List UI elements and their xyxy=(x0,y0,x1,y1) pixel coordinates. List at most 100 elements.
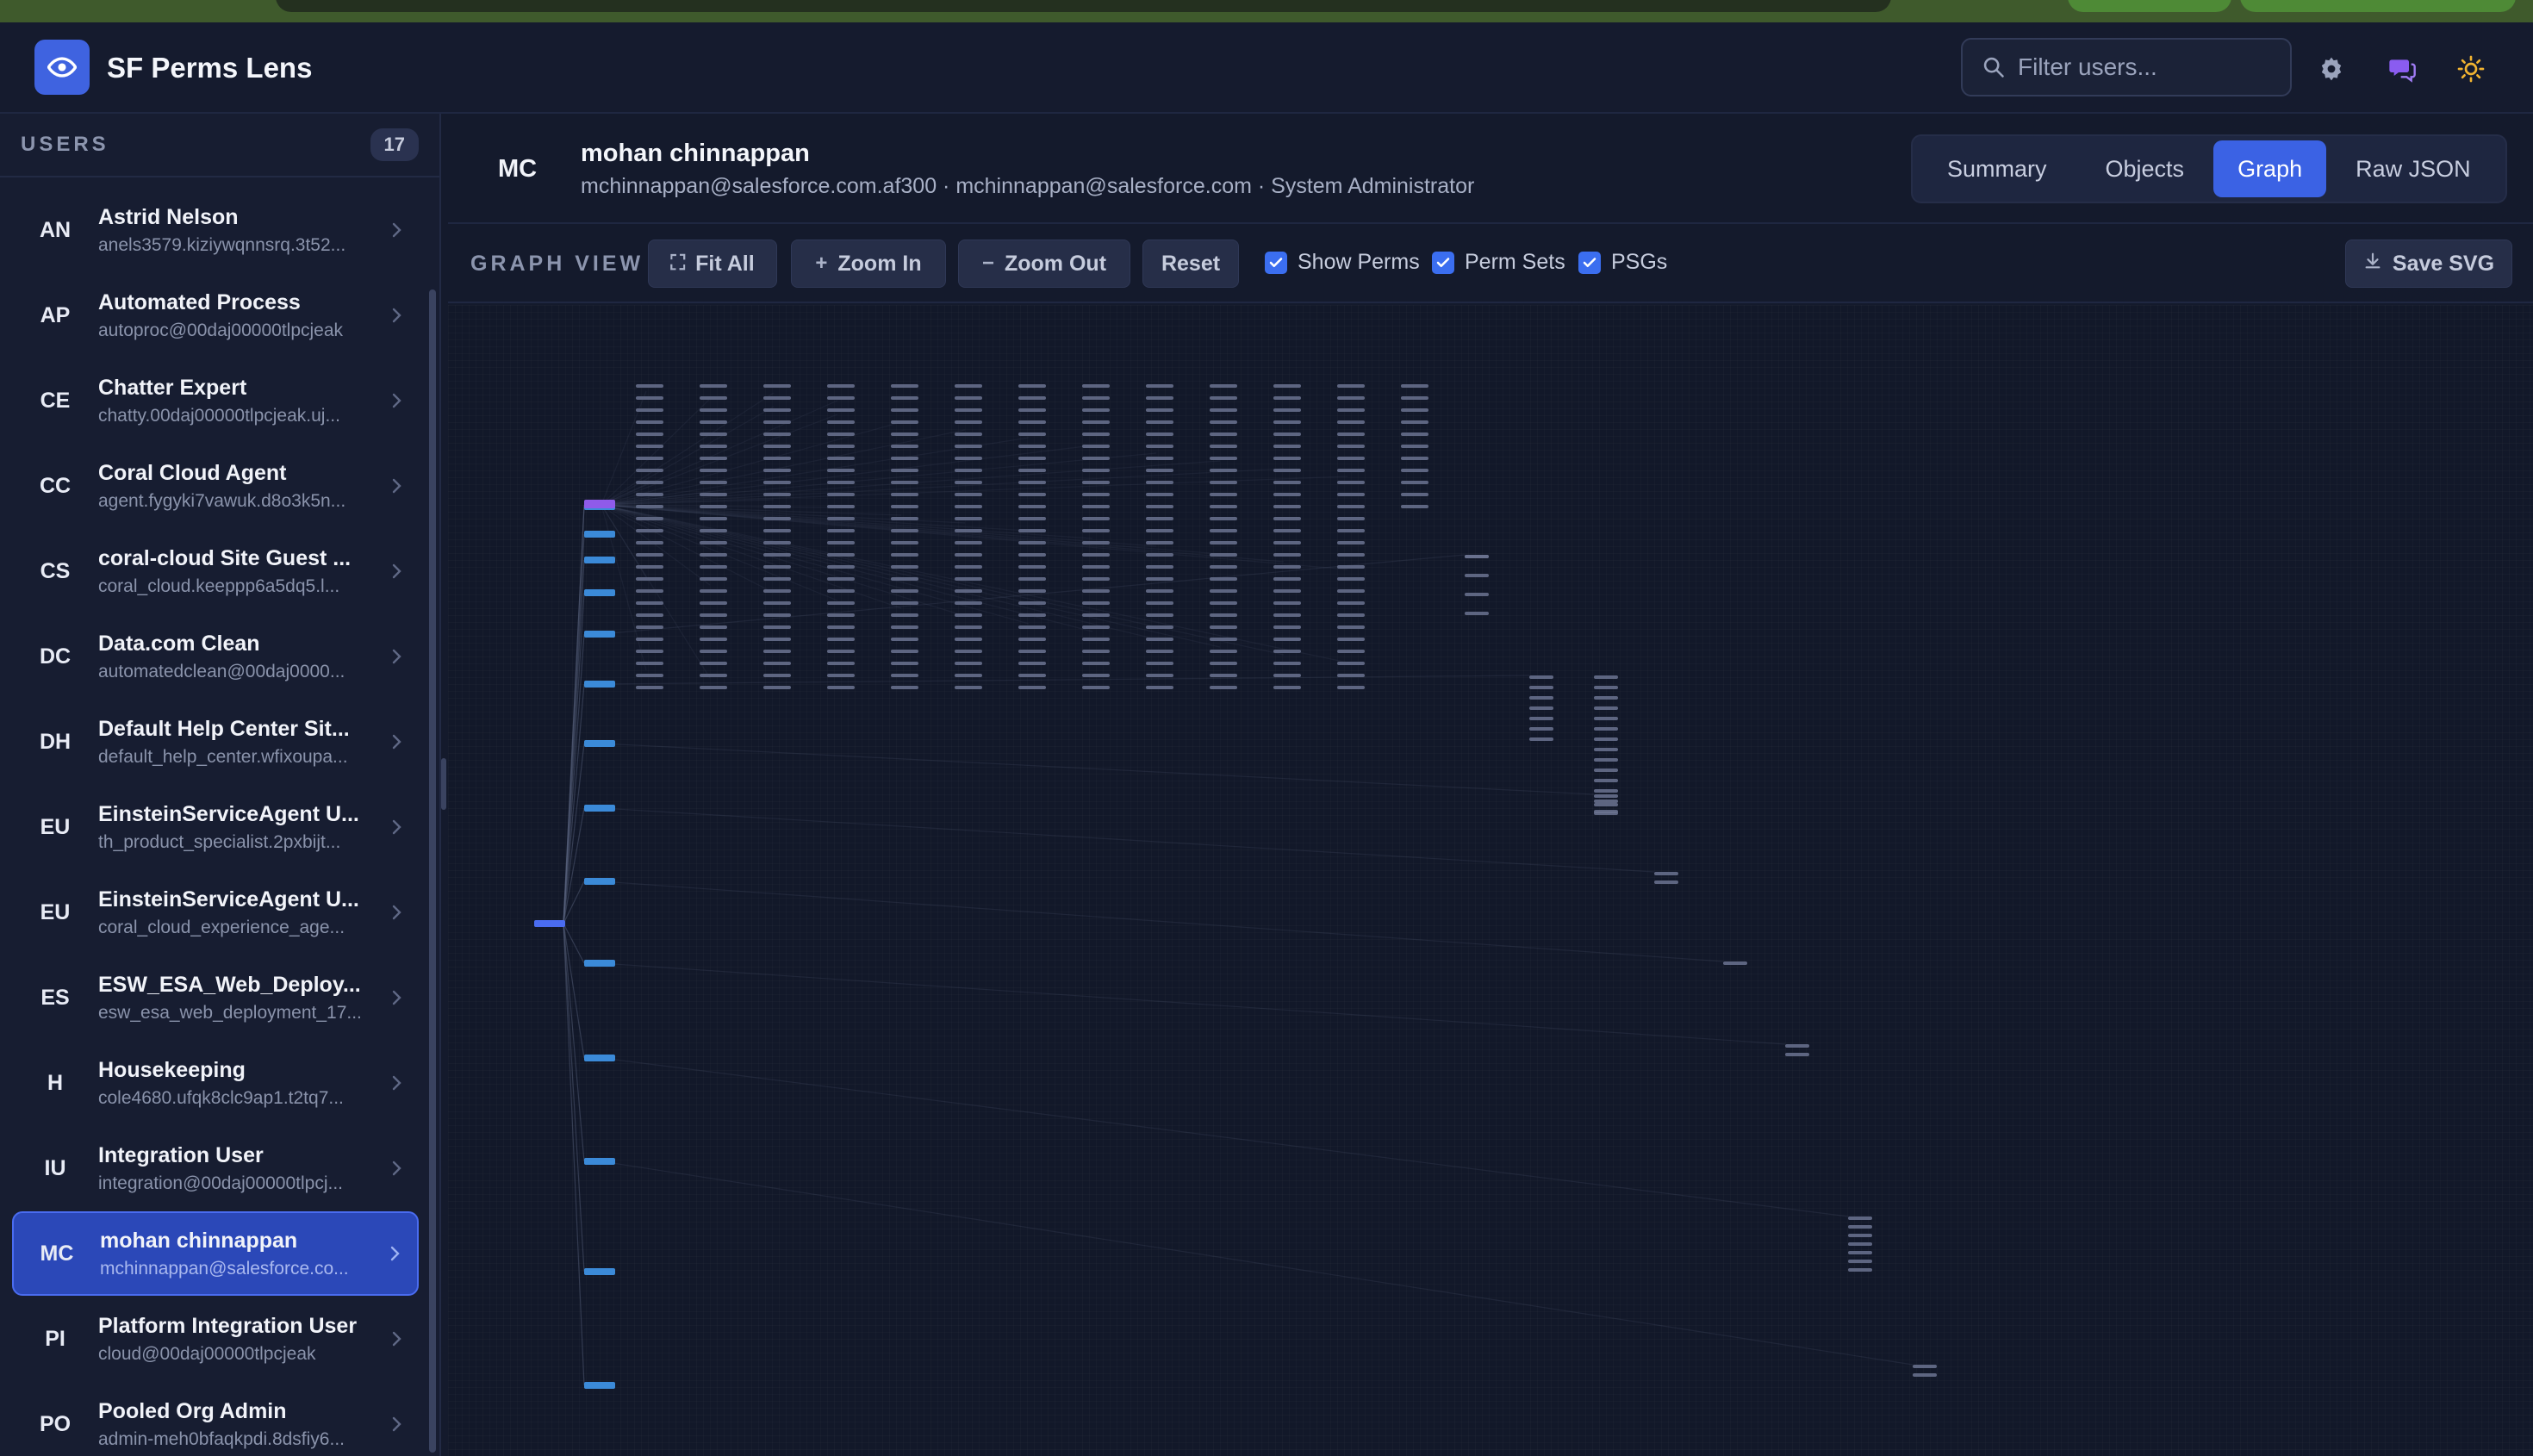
permission-node[interactable] xyxy=(700,384,727,388)
permission-node[interactable] xyxy=(1146,469,1173,472)
permission-set-node[interactable] xyxy=(584,681,615,688)
permission-node[interactable] xyxy=(955,432,982,436)
permission-node[interactable] xyxy=(1018,553,1046,557)
permission-node[interactable] xyxy=(1337,445,1365,448)
permission-node[interactable] xyxy=(1594,810,1618,813)
permission-node[interactable] xyxy=(955,625,982,629)
permission-node[interactable] xyxy=(1273,541,1301,544)
permission-node[interactable] xyxy=(1273,517,1301,520)
permission-node[interactable] xyxy=(1465,593,1489,596)
graph-canvas[interactable] xyxy=(448,305,2533,1456)
user-list-item[interactable]: ES ESW_ESA_Web_Deploy... esw_esa_web_deplo… xyxy=(12,955,419,1040)
profile-node[interactable] xyxy=(584,500,615,508)
permission-node[interactable] xyxy=(955,505,982,508)
user-list-item[interactable]: CC Coral Cloud Agent agent.fygyki7vawuk.d8… xyxy=(12,444,419,528)
tab-objects[interactable]: Objects xyxy=(2076,140,2214,197)
permission-node[interactable] xyxy=(1210,589,1237,593)
permission-node[interactable] xyxy=(1273,674,1301,677)
permission-node[interactable] xyxy=(1337,529,1365,532)
reset-button[interactable]: Reset xyxy=(1142,240,1239,288)
permission-node[interactable] xyxy=(891,396,918,400)
permission-node[interactable] xyxy=(636,638,663,641)
permission-node[interactable] xyxy=(1654,880,1678,884)
permission-node[interactable] xyxy=(1146,662,1173,665)
permission-node[interactable] xyxy=(1273,420,1301,424)
permission-node[interactable] xyxy=(955,384,982,388)
permission-node[interactable] xyxy=(1337,577,1365,581)
permission-node[interactable] xyxy=(1146,529,1173,532)
permission-node[interactable] xyxy=(1082,565,1110,569)
permission-node[interactable] xyxy=(1785,1044,1809,1048)
permission-node[interactable] xyxy=(1337,457,1365,460)
permission-node[interactable] xyxy=(1018,420,1046,424)
permission-node[interactable] xyxy=(891,613,918,617)
permission-node[interactable] xyxy=(1401,408,1428,412)
permission-node[interactable] xyxy=(1018,662,1046,665)
zoom-in-button[interactable]: + Zoom In xyxy=(791,240,946,288)
permission-node[interactable] xyxy=(1210,420,1237,424)
permission-node[interactable] xyxy=(1337,408,1365,412)
permission-node[interactable] xyxy=(1594,768,1618,772)
permission-node[interactable] xyxy=(636,384,663,388)
permission-node[interactable] xyxy=(636,408,663,412)
permission-node[interactable] xyxy=(1273,589,1301,593)
permission-node[interactable] xyxy=(827,625,855,629)
permission-node[interactable] xyxy=(1401,384,1428,388)
permission-node[interactable] xyxy=(763,613,791,617)
permission-set-node[interactable] xyxy=(584,589,615,596)
permission-node[interactable] xyxy=(827,396,855,400)
permission-node[interactable] xyxy=(700,674,727,677)
permission-node[interactable] xyxy=(636,589,663,593)
permission-node[interactable] xyxy=(1210,445,1237,448)
permission-node[interactable] xyxy=(1018,650,1046,653)
permission-node[interactable] xyxy=(1723,961,1747,965)
perm-sets-checkbox[interactable]: Perm Sets xyxy=(1432,250,1565,275)
permission-node[interactable] xyxy=(1210,517,1237,520)
permission-node[interactable] xyxy=(1465,574,1489,577)
permission-node[interactable] xyxy=(1401,505,1428,508)
permission-node[interactable] xyxy=(1594,727,1618,731)
permission-node[interactable] xyxy=(1337,432,1365,436)
permission-node[interactable] xyxy=(891,686,918,689)
permission-node[interactable] xyxy=(636,601,663,605)
permission-node[interactable] xyxy=(1594,758,1618,762)
permission-node[interactable] xyxy=(763,662,791,665)
permission-node[interactable] xyxy=(1337,625,1365,629)
permission-node[interactable] xyxy=(1210,396,1237,400)
permission-node[interactable] xyxy=(1018,445,1046,448)
permission-node[interactable] xyxy=(827,408,855,412)
permission-node[interactable] xyxy=(1273,565,1301,569)
sun-icon[interactable] xyxy=(2454,52,2488,86)
permission-node[interactable] xyxy=(1529,727,1553,731)
permission-node[interactable] xyxy=(1082,493,1110,496)
permission-node[interactable] xyxy=(1210,432,1237,436)
permission-node[interactable] xyxy=(763,674,791,677)
permission-node[interactable] xyxy=(1082,420,1110,424)
permission-node[interactable] xyxy=(1018,505,1046,508)
permission-node[interactable] xyxy=(636,686,663,689)
permission-node[interactable] xyxy=(1401,493,1428,496)
permission-node[interactable] xyxy=(1210,529,1237,532)
permission-node[interactable] xyxy=(1082,517,1110,520)
permission-node[interactable] xyxy=(1018,589,1046,593)
permission-node[interactable] xyxy=(891,601,918,605)
permission-node[interactable] xyxy=(1146,601,1173,605)
permission-node[interactable] xyxy=(1082,505,1110,508)
permission-node[interactable] xyxy=(891,432,918,436)
permission-node[interactable] xyxy=(1337,481,1365,484)
permission-node[interactable] xyxy=(636,674,663,677)
sidebar-resize-handle[interactable] xyxy=(441,758,446,810)
permission-node[interactable] xyxy=(1210,505,1237,508)
permission-node[interactable] xyxy=(1273,505,1301,508)
permission-node[interactable] xyxy=(700,601,727,605)
permission-node[interactable] xyxy=(1401,481,1428,484)
user-list-item[interactable]: PO Pooled Org Admin admin-meh0bfaqkpdi.8ds… xyxy=(12,1382,419,1456)
permission-node[interactable] xyxy=(891,650,918,653)
user-list-item[interactable]: DC Data.com Clean automatedclean@00daj0000… xyxy=(12,614,419,699)
permission-node[interactable] xyxy=(1018,457,1046,460)
permission-node[interactable] xyxy=(763,529,791,532)
permission-node[interactable] xyxy=(1082,662,1110,665)
permission-node[interactable] xyxy=(955,541,982,544)
permission-node[interactable] xyxy=(636,445,663,448)
permission-node[interactable] xyxy=(1146,408,1173,412)
